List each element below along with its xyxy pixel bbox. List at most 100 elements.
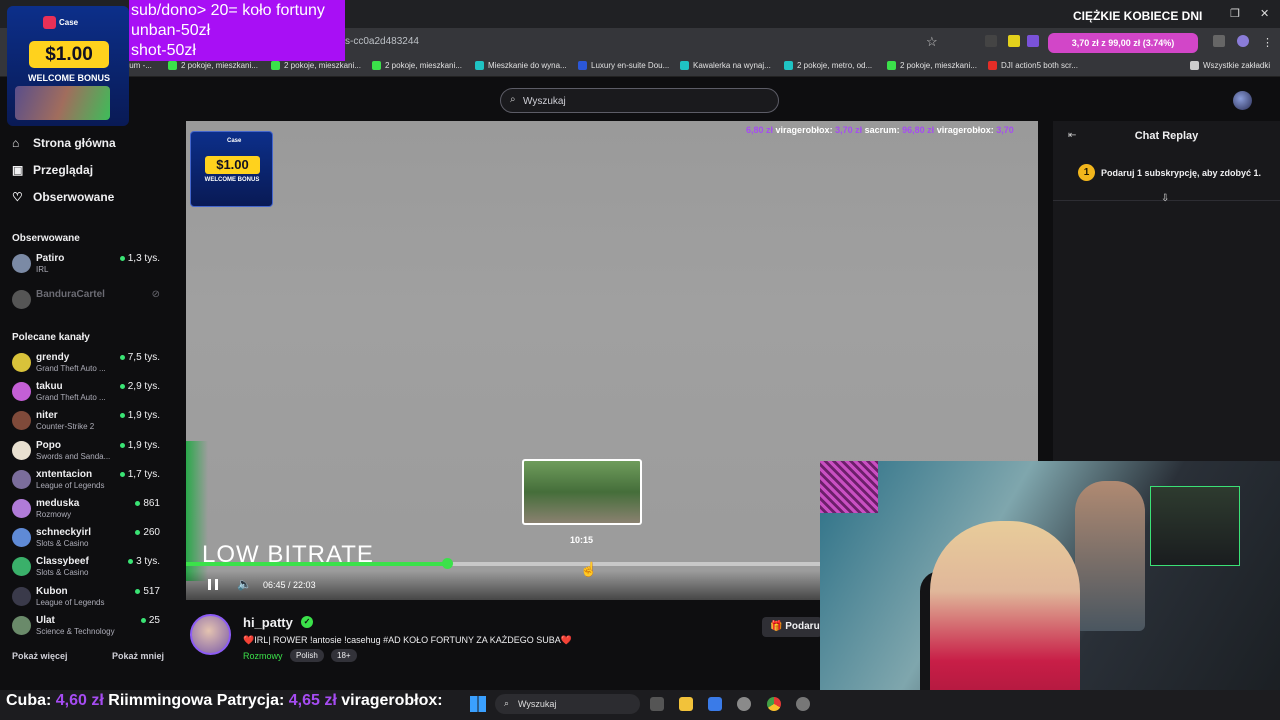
channel-category: League of Legends xyxy=(36,597,105,607)
bookmark-item[interactable]: DJI action5 both scr... xyxy=(988,61,1078,70)
gift-sub-prompt[interactable]: 1 Podaruj 1 subskrypcję, aby zdobyć 1. xyxy=(1078,164,1261,181)
channel-category: Slots & Casino xyxy=(36,568,89,578)
channel-name: schneckyirl xyxy=(36,527,92,539)
bookmark-favicon-icon xyxy=(168,61,177,70)
show-less-link[interactable]: Pokaż mniej xyxy=(112,651,164,661)
channel-category: Science & Technology xyxy=(36,626,115,636)
bookmark-item[interactable]: 2 pokoje, mieszkani... xyxy=(168,61,258,70)
verified-icon: ✓ xyxy=(301,616,313,628)
promo-bonus: WELCOME BONUS xyxy=(28,73,110,83)
channel-avatar xyxy=(12,469,31,489)
bookmark-favicon-icon xyxy=(578,61,587,70)
file-explorer-icon[interactable] xyxy=(679,697,693,711)
bookmark-label: 2 pokoje, mieszkani... xyxy=(181,61,258,70)
bookmark-star-icon[interactable]: ☆ xyxy=(926,34,938,50)
viewer-count: 517 xyxy=(135,586,160,597)
time-display: 06:45 / 22:03 xyxy=(263,580,316,590)
ticker-name: Cuba: xyxy=(6,692,52,709)
channel-item[interactable]: Classybeef Slots & Casino 3 tys. xyxy=(12,556,160,584)
pause-icon[interactable] xyxy=(208,579,218,590)
promo-bonus: WELCOME BONUS xyxy=(204,177,260,183)
search-icon: ⌕ xyxy=(510,94,516,105)
viewer-count: 25 xyxy=(140,615,160,626)
nav-item[interactable]: ⌂ Strona główna xyxy=(12,136,116,150)
ticker-name: viragerobłox: xyxy=(936,125,994,135)
nav-item[interactable]: ♡ Obserwowane xyxy=(12,190,114,204)
bookmark-item[interactable]: Luxury en-suite Dou... xyxy=(578,61,669,70)
task-view-icon[interactable] xyxy=(650,697,664,711)
channel-name: Patiro xyxy=(36,253,65,264)
channel-item[interactable]: niter Counter-Strike 2 1,9 tys. xyxy=(12,410,160,438)
channel-name: Ulat xyxy=(36,614,55,626)
app-icon[interactable] xyxy=(796,697,810,711)
bookmark-item[interactable]: Mieszkanie do wyna... xyxy=(475,61,567,70)
bookmark-item[interactable]: 2 pokoje, mieszkani... xyxy=(271,61,361,70)
background-person xyxy=(1075,481,1145,631)
profile-icon[interactable] xyxy=(1237,35,1249,47)
seek-handle[interactable] xyxy=(441,558,453,569)
ticker-amount: 6,80 zł xyxy=(746,125,774,135)
seek-preview-thumbnail xyxy=(522,459,642,525)
user-avatar[interactable] xyxy=(1233,91,1252,110)
close-icon[interactable]: ✕ xyxy=(1260,7,1269,20)
viewer-count-value: 1,7 tys. xyxy=(127,468,160,480)
bookmark-item[interactable]: Kawalerka na wynaj... xyxy=(680,61,771,70)
channel-item[interactable]: BanduraCartel ⊘ xyxy=(12,289,160,317)
search-input[interactable]: ⌕ Wyszukaj xyxy=(500,88,779,113)
url-text[interactable]: s-cc0a2d483244 xyxy=(345,36,419,47)
taskbar-search[interactable]: ⌕ Wyszukaj xyxy=(495,694,640,714)
search-placeholder: Wyszukaj xyxy=(523,96,566,107)
bookmark-label: Kawalerka na wynaj... xyxy=(693,61,771,70)
viewer-count-value: 7,5 tys. xyxy=(127,352,160,363)
heart-icon: ♡ xyxy=(12,190,23,204)
store-icon[interactable] xyxy=(708,697,722,711)
gift-button[interactable]: 🎁 Podaru xyxy=(762,617,822,637)
streamer-name[interactable]: hi_patty xyxy=(243,615,293,630)
show-more-link[interactable]: Pokaż więcej xyxy=(12,651,68,661)
channel-item[interactable]: Kubon League of Legends 517 xyxy=(12,586,160,614)
live-dot-icon xyxy=(135,530,141,536)
bookmark-favicon-icon xyxy=(680,61,689,70)
channel-item[interactable]: Patiro IRL 1,3 tys. xyxy=(12,253,160,281)
stream-category[interactable]: Rozmowy xyxy=(243,651,283,661)
bookmark-item[interactable]: 2 pokoje, metro, od... xyxy=(784,61,872,70)
extension-icon[interactable] xyxy=(1008,35,1020,47)
chat-title: Chat Replay xyxy=(1134,130,1199,142)
streamer-avatar[interactable] xyxy=(190,614,231,655)
ticker-amount: 3,70 zł xyxy=(835,125,863,135)
more-menu-icon[interactable]: ⋮ xyxy=(1262,36,1273,49)
rule-line: unban-50zł xyxy=(131,22,211,39)
channel-item[interactable]: schneckyirl Slots & Casino 260 xyxy=(12,527,160,555)
promo-amount: $1.00 xyxy=(29,41,109,68)
extension-icon[interactable] xyxy=(1027,35,1039,47)
channel-item[interactable]: grendy Grand Theft Auto ... 7,5 tys. xyxy=(12,352,160,380)
chrome-icon[interactable] xyxy=(767,697,781,711)
extension-icon[interactable] xyxy=(985,35,997,47)
channel-item[interactable]: Ulat Science & Technology 25 xyxy=(12,615,160,643)
bookmark-item[interactable]: 2 pokoje, mieszkani... xyxy=(372,61,462,70)
volume-icon[interactable]: 🔈 xyxy=(237,577,252,591)
tag-mature[interactable]: 18+ xyxy=(331,649,357,662)
channel-name: grendy xyxy=(36,352,70,363)
channel-item[interactable]: Popo Swords and Sanda... 1,9 tys. xyxy=(12,440,160,468)
windows-start-icon[interactable] xyxy=(470,696,486,712)
tag-language[interactable]: Polish xyxy=(290,649,324,662)
nav-item[interactable]: ▣ Przeglądaj xyxy=(12,163,93,177)
channel-name: meduska xyxy=(36,498,80,509)
channel-item[interactable]: meduska Rozmowy 861 xyxy=(12,498,160,526)
settings-icon[interactable] xyxy=(737,697,751,711)
gift-icon: 🎁 xyxy=(770,621,783,632)
bookmark-favicon-icon xyxy=(475,61,484,70)
channel-item[interactable]: takuu Grand Theft Auto ... 2,9 tys. xyxy=(12,381,160,409)
bookmark-item[interactable]: Wszystkie zakładki xyxy=(1190,61,1270,70)
channel-item[interactable]: xntentacion League of Legends 1,7 tys. xyxy=(12,469,160,497)
channel-avatar xyxy=(12,528,31,548)
bookmark-item[interactable]: 2 pokoje, mieszkani... xyxy=(887,61,977,70)
microphone-image xyxy=(820,461,878,513)
restore-icon[interactable]: ❐ xyxy=(1230,7,1240,20)
expand-down-icon[interactable]: ⇩ xyxy=(1161,193,1169,204)
viewer-count: 2,9 tys. xyxy=(119,381,160,392)
bookmark-label: 2 pokoje, mieszkani... xyxy=(900,61,977,70)
channel-category: Rozmowy xyxy=(36,510,72,519)
extensions-icon[interactable] xyxy=(1213,35,1225,47)
